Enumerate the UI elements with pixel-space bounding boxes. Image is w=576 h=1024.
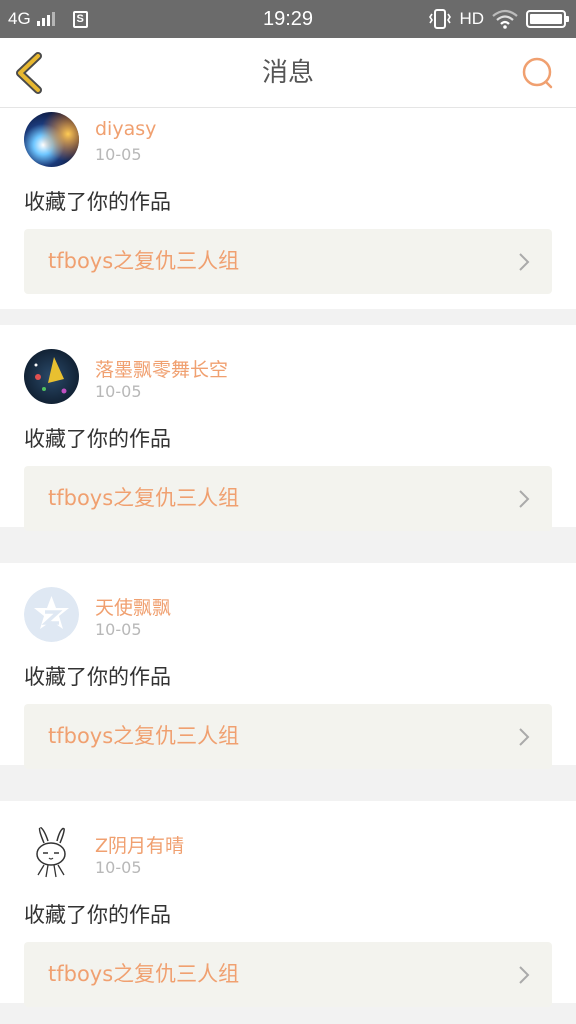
avatar-image xyxy=(24,112,79,167)
message-card: Z阴月有晴 10-05 收藏了你的作品 tfboys之复仇三人组 xyxy=(0,801,576,1007)
message-list[interactable]: diyasy 10-05 收藏了你的作品 tfboys之复仇三人组 落墨飘零舞长… xyxy=(0,108,576,1024)
status-right: HD xyxy=(429,8,569,30)
action-text: 收藏了你的作品 xyxy=(24,903,171,927)
chevron-right-icon xyxy=(519,966,530,984)
wifi-icon xyxy=(492,9,518,29)
action-text: 收藏了你的作品 xyxy=(24,427,171,451)
work-title: tfboys之复仇三人组 xyxy=(48,486,240,510)
message-date: 10-05 xyxy=(95,145,142,164)
username[interactable]: diyasy xyxy=(95,118,156,140)
work-link[interactable]: tfboys之复仇三人组 xyxy=(24,466,552,531)
message-date: 10-05 xyxy=(95,620,142,639)
work-link[interactable]: tfboys之复仇三人组 xyxy=(24,942,552,1007)
status-bar: 4G S 19:29 HD xyxy=(0,0,576,38)
message-date: 10-05 xyxy=(95,382,142,401)
chevron-right-icon xyxy=(519,728,530,746)
avatar[interactable] xyxy=(24,112,79,167)
default-avatar-icon xyxy=(24,587,79,642)
action-text: 收藏了你的作品 xyxy=(24,665,171,689)
hd-label: HD xyxy=(459,9,484,28)
action-text: 收藏了你的作品 xyxy=(24,190,171,214)
rabbit-avatar-icon xyxy=(24,825,79,880)
avatar[interactable] xyxy=(24,825,79,880)
chevron-right-icon xyxy=(519,253,530,271)
message-card: 天使飘飘 10-05 收藏了你的作品 tfboys之复仇三人组 xyxy=(0,563,576,769)
chevron-right-icon xyxy=(519,490,530,508)
battery-icon xyxy=(526,10,569,28)
username[interactable]: Z阴月有晴 xyxy=(95,831,184,858)
work-link[interactable]: tfboys之复仇三人组 xyxy=(24,229,552,294)
avatar[interactable] xyxy=(24,587,79,642)
vibrate-icon xyxy=(429,9,452,29)
page-title: 消息 xyxy=(261,58,314,88)
work-title: tfboys之复仇三人组 xyxy=(48,962,240,986)
work-title: tfboys之复仇三人组 xyxy=(48,249,240,273)
message-card: 落墨飘零舞长空 10-05 收藏了你的作品 tfboys之复仇三人组 xyxy=(0,325,576,531)
work-link[interactable]: tfboys之复仇三人组 xyxy=(24,704,552,769)
avatar[interactable] xyxy=(24,349,79,404)
message-card: diyasy 10-05 收藏了你的作品 tfboys之复仇三人组 xyxy=(0,108,576,309)
search-icon xyxy=(522,57,553,89)
search-button[interactable] xyxy=(520,56,556,92)
username[interactable]: 落墨飘零舞长空 xyxy=(95,355,228,382)
avatar-image xyxy=(24,349,79,404)
message-date: 10-05 xyxy=(95,858,142,877)
username[interactable]: 天使飘飘 xyxy=(95,593,171,620)
work-title: tfboys之复仇三人组 xyxy=(48,724,240,748)
nav-bar: 消息 xyxy=(0,38,576,108)
